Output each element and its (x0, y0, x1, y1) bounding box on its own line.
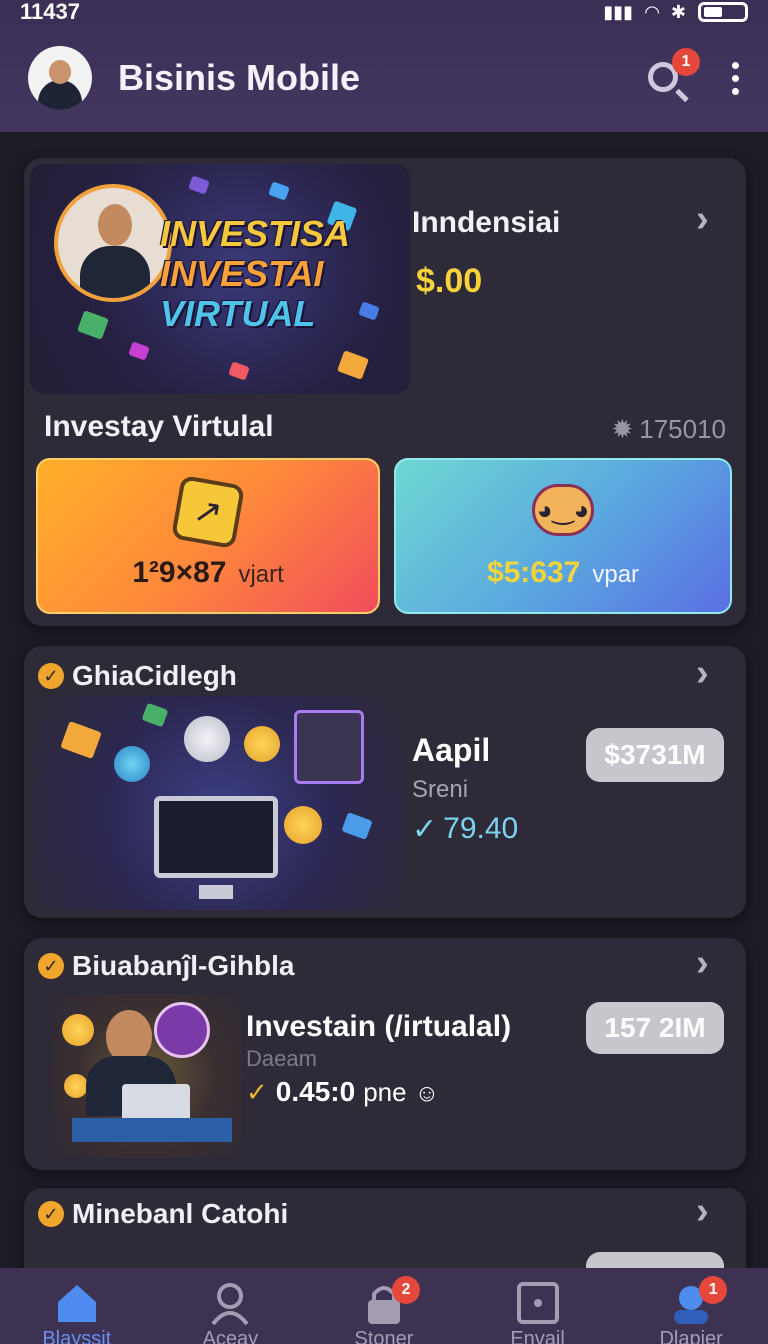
gear-icon: ✹ (611, 414, 634, 444)
advisor-photo (54, 184, 172, 302)
chevron-right-icon[interactable]: › (696, 942, 709, 985)
mascot-icon: ◕‿◕ (532, 484, 594, 536)
status-bar: 11437 ▮▮▮ ◠ ✱ (0, 0, 768, 24)
emoji-icon: ☺ (414, 1080, 440, 1107)
card-header: ✓ Biuabanĵl-Gihbla (38, 950, 294, 982)
hero-card[interactable]: INVESTISA INVESTAI VIRTUAL Inndensiai $.… (24, 158, 746, 626)
avatar[interactable] (28, 46, 92, 110)
notification-badge: 1 (672, 48, 700, 76)
office-illustration (34, 696, 404, 910)
card-header: ✓ GhiaCidlegh (38, 660, 237, 692)
profile-badge: 1 (699, 1276, 728, 1304)
tile-right-value: $5:637 (486, 556, 581, 589)
signal-icon: ▮▮▮ (603, 1, 634, 22)
card-sub: Sreni (412, 776, 469, 803)
chevron-right-icon[interactable]: › (696, 652, 709, 695)
status-time: 11437 (20, 0, 80, 24)
status-icons: ▮▮▮ ◠ ✱ (603, 2, 748, 23)
investment-card[interactable]: ✓ GhiaCidlegh › Aapil Sreni ✓ 79.40 $373… (24, 646, 746, 918)
bluetooth-icon: ✱ (670, 1, 686, 22)
hero-section-count: ✹ 175010 (611, 414, 726, 444)
chevron-right-icon[interactable]: › (696, 1190, 709, 1233)
check-icon: ✓ (412, 813, 438, 846)
card-sub: Daeam (246, 1046, 317, 1071)
more-options-icon[interactable] (730, 61, 740, 95)
wifi-icon: ◠ (645, 1, 659, 22)
card-change: ✓ 0.45:0 pne ☺ (246, 1076, 440, 1107)
hero-card-title: Inndensiai (412, 206, 561, 239)
card-name: Investain (/irtualal) (246, 1010, 512, 1043)
chart-up-icon: ↗ (170, 474, 246, 550)
bottom-navigation: Blayssit Aceay 2 Stoner Envail 1 Dlapier (0, 1268, 768, 1344)
investment-card[interactable]: ✓ Biuabanĵl-Gihbla › Investain (/irtuala… (24, 938, 746, 1170)
nav-item-profile[interactable]: 1 Dlapier (621, 1276, 761, 1344)
page-title: Bisinis Mobile (118, 57, 361, 98)
home-icon (54, 1280, 100, 1326)
nav-item-account[interactable]: Aceay (160, 1280, 300, 1344)
square-icon (515, 1280, 561, 1326)
tile-chart[interactable]: ↗ 1²9×87 vjart (36, 458, 380, 614)
nav-item-home[interactable]: Blayssit (7, 1280, 147, 1344)
user-icon (207, 1280, 253, 1326)
check-circle-icon: ✓ (38, 1201, 64, 1227)
tile-mascot[interactable]: ◕‿◕ $5:637 vpar (394, 458, 732, 614)
check-circle-icon: ✓ (38, 663, 64, 689)
value-pill: 157 2IM (586, 1002, 724, 1054)
hero-amount: $.00 (416, 262, 483, 300)
tile-left-unit: vjart (238, 561, 284, 588)
card-header: ✓ Minebanl Catohi (38, 1198, 288, 1230)
chevron-right-icon[interactable]: › (696, 198, 709, 241)
hero-section-label: Investay Virtulal (44, 410, 274, 443)
store-badge: 2 (391, 1276, 420, 1304)
value-pill: $3731M (586, 728, 724, 782)
search-button[interactable]: 1 (642, 48, 700, 104)
tile-left-value: 1²9×87 (132, 556, 227, 589)
card-change: ✓ 79.40 (412, 812, 519, 846)
card-name: Aapil (412, 732, 491, 768)
investment-banner-image: INVESTISA INVESTAI VIRTUAL (30, 164, 410, 394)
advisor-desk-illustration (52, 994, 242, 1158)
nav-item-store[interactable]: 2 Stoner (314, 1276, 454, 1344)
banner-headline: INVESTISA INVESTAI VIRTUAL (160, 213, 351, 334)
app-header: Bisinis Mobile 1 (0, 24, 768, 132)
check-circle-icon: ✓ (38, 953, 64, 979)
check-icon: ✓ (246, 1077, 268, 1107)
nav-item-envail[interactable]: Envail (468, 1280, 608, 1344)
battery-icon (698, 2, 748, 22)
tile-right-unit: vpar (592, 561, 640, 588)
